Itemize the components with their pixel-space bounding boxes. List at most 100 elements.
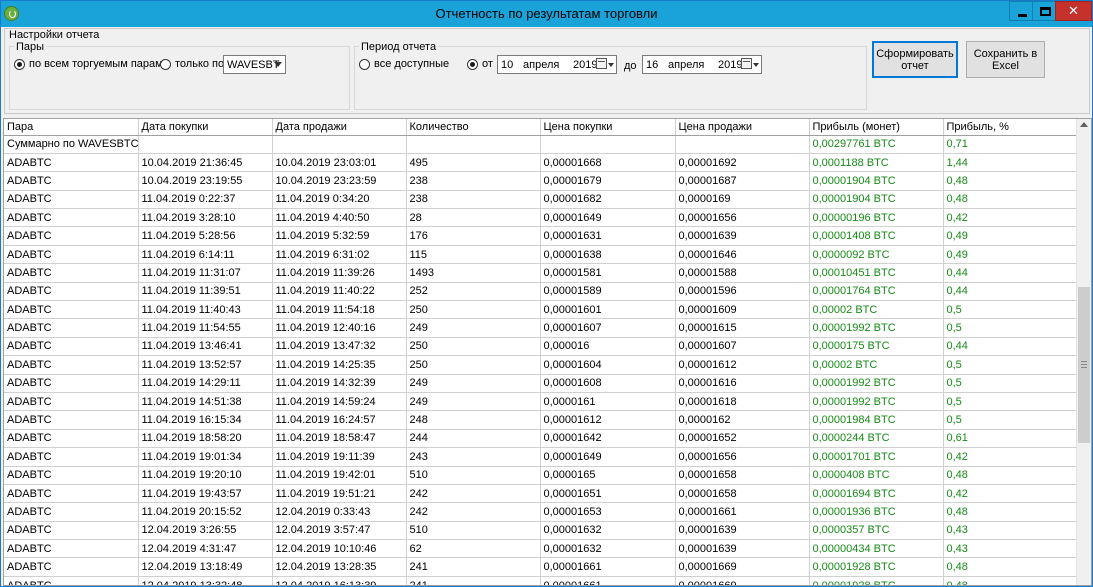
- table-cell: 0,00001646: [675, 245, 810, 265]
- scroll-thumb[interactable]: [1078, 287, 1090, 443]
- table-cell: 0,00001687: [675, 171, 810, 191]
- table-row[interactable]: ADABTC 12.04.2019 3:26:55 12.04.2019 3:57:…: [4, 521, 1078, 541]
- table-cell: ADABTC: [4, 429, 139, 449]
- column-header[interactable]: Прибыль, %: [943, 119, 1078, 136]
- table-cell: [675, 135, 810, 154]
- column-header[interactable]: Пара: [4, 119, 139, 136]
- table-row[interactable]: ADABTC 11.04.2019 20:15:52 12.04.2019 0:33…: [4, 502, 1078, 522]
- table-row[interactable]: ADABTC 12.04.2019 4:31:47 12.04.2019 10:10…: [4, 539, 1078, 559]
- table-cell: 11.04.2019 11:54:55: [138, 318, 273, 338]
- all-pairs-radio[interactable]: по всем торгуемым парам: [14, 58, 163, 70]
- table-cell: 0,44: [943, 282, 1078, 302]
- close-button[interactable]: ✕: [1055, 1, 1092, 21]
- table-cell: 10.04.2019 23:03:01: [272, 153, 407, 173]
- date-range-radio[interactable]: от: [467, 58, 493, 70]
- table-cell: 0,44: [943, 337, 1078, 357]
- table-cell: 11.04.2019 13:46:41: [138, 337, 273, 357]
- table-row[interactable]: ADABTC 11.04.2019 6:14:11 11.04.2019 6:31:…: [4, 245, 1078, 265]
- table-cell: 0,48: [943, 502, 1078, 522]
- table-row[interactable]: ADABTC 11.04.2019 13:46:41 11.04.2019 13:4…: [4, 337, 1078, 357]
- table-cell: 11.04.2019 19:11:39: [272, 447, 407, 467]
- chevron-down-icon[interactable]: [274, 62, 282, 67]
- column-header[interactable]: Дата продажи: [272, 119, 407, 136]
- summary-row[interactable]: Суммарно по WAVESBTC 0,00297761 BTC 0,71: [4, 135, 1078, 154]
- all-available-radio-dot[interactable]: [359, 58, 370, 70]
- table-cell: 11.04.2019 13:47:32: [272, 337, 407, 357]
- table-row[interactable]: ADABTC 11.04.2019 19:20:10 11.04.2019 19:4…: [4, 466, 1078, 485]
- from-date-month: апреля: [523, 58, 560, 71]
- calendar-icon[interactable]: [741, 58, 752, 69]
- table-row[interactable]: ADABTC 11.04.2019 0:22:37 11.04.2019 0:34:…: [4, 190, 1078, 210]
- table-row[interactable]: ADABTC 11.04.2019 14:29:11 11.04.2019 14:3…: [4, 374, 1078, 393]
- table-cell: 241: [406, 557, 541, 577]
- calendar-icon[interactable]: [596, 58, 607, 69]
- table-row[interactable]: ADABTC 11.04.2019 3:28:10 11.04.2019 4:40:…: [4, 208, 1078, 228]
- table-cell: 0,00001661: [675, 502, 810, 522]
- table-cell: 0,00001649: [540, 447, 676, 467]
- table-cell: 0,00001607: [675, 337, 810, 357]
- table-cell: 11.04.2019 11:40:22: [272, 282, 407, 302]
- table-row[interactable]: ADABTC 10.04.2019 23:19:55 10.04.2019 23:2…: [4, 171, 1078, 191]
- pairs-group-label: Пары: [14, 41, 47, 53]
- table-cell: ADABTC: [4, 282, 139, 302]
- table-row[interactable]: ADABTC 11.04.2019 11:39:51 11.04.2019 11:4…: [4, 282, 1078, 302]
- all-available-radio[interactable]: все доступные: [359, 58, 449, 70]
- table-cell: 510: [406, 521, 541, 541]
- generate-report-button[interactable]: Сформировать отчет: [872, 41, 958, 78]
- table-cell: 11.04.2019 19:20:10: [138, 466, 273, 485]
- chevron-down-icon[interactable]: [753, 63, 759, 67]
- table-row[interactable]: ADABTC 11.04.2019 13:52:57 11.04.2019 14:2…: [4, 355, 1078, 375]
- to-date-picker[interactable]: 16 апреля 2019 г.: [642, 55, 762, 74]
- table-row[interactable]: ADABTC 11.04.2019 18:58:20 11.04.2019 18:5…: [4, 429, 1078, 449]
- table-cell: 0,00001928 BTC: [809, 576, 944, 585]
- table-row[interactable]: ADABTC 11.04.2019 11:31:07 11.04.2019 11:3…: [4, 263, 1078, 283]
- table-row[interactable]: ADABTC 11.04.2019 11:54:55 11.04.2019 12:4…: [4, 318, 1078, 338]
- all-pairs-radio-dot[interactable]: [14, 58, 25, 70]
- table-cell: 12.04.2019 13:18:49: [138, 557, 273, 577]
- table-cell: 0,00001618: [675, 392, 810, 412]
- only-pair-radio[interactable]: только по:: [160, 58, 227, 70]
- table-row[interactable]: ADABTC 11.04.2019 5:28:56 11.04.2019 5:32:…: [4, 226, 1078, 246]
- table-cell: 0,0000408 BTC: [809, 466, 944, 485]
- save-excel-button[interactable]: Сохранить в Excel: [966, 41, 1045, 78]
- table-row[interactable]: ADABTC 11.04.2019 11:40:43 11.04.2019 11:5…: [4, 300, 1078, 320]
- table-row[interactable]: ADABTC 11.04.2019 14:51:38 11.04.2019 14:5…: [4, 392, 1078, 412]
- table-cell: 242: [406, 484, 541, 504]
- report-table: Пара Дата покупки Дата продажи Количество Це…: [4, 119, 1078, 585]
- table-cell: 0,00001608: [540, 374, 676, 393]
- table-row[interactable]: ADABTC 11.04.2019 19:43:57 11.04.2019 19:5…: [4, 484, 1078, 504]
- table-cell: 12.04.2019 4:31:47: [138, 539, 273, 559]
- table-cell: 0,00001612: [675, 355, 810, 375]
- table-row[interactable]: ADABTC 11.04.2019 16:15:34 11.04.2019 16:2…: [4, 410, 1078, 430]
- table-cell: 0,00002 BTC: [809, 300, 944, 320]
- table-row[interactable]: ADABTC 12.04.2019 13:18:49 12.04.2019 13:2…: [4, 557, 1078, 577]
- table-cell: 0,0000175 BTC: [809, 337, 944, 357]
- column-header[interactable]: Прибыль (монет): [809, 119, 944, 136]
- only-pair-radio-dot[interactable]: [160, 58, 171, 70]
- table-cell: 0,0000092 BTC: [809, 245, 944, 265]
- table-cell: 0,48: [943, 171, 1078, 191]
- table-cell: 248: [406, 410, 541, 430]
- table-cell: 0,00001701 BTC: [809, 447, 944, 467]
- table-row[interactable]: ADABTC 10.04.2019 21:36:45 10.04.2019 23:0…: [4, 153, 1078, 173]
- to-label: до: [624, 60, 637, 72]
- table-cell: ADABTC: [4, 190, 139, 210]
- chevron-down-icon[interactable]: [608, 63, 614, 67]
- table-row[interactable]: ADABTC 11.04.2019 19:01:34 11.04.2019 19:1…: [4, 447, 1078, 467]
- grip-icon: [1081, 361, 1087, 368]
- column-header[interactable]: Дата покупки: [138, 119, 273, 136]
- vertical-scrollbar[interactable]: [1076, 119, 1091, 585]
- scroll-up-icon[interactable]: [1080, 122, 1088, 127]
- column-header[interactable]: Цена продажи: [675, 119, 810, 136]
- table-cell: 0,71: [943, 135, 1078, 154]
- date-range-radio-dot[interactable]: [467, 58, 478, 70]
- table-row[interactable]: ADABTC 12.04.2019 13:32:48 12.04.2019 16:1…: [4, 576, 1078, 585]
- from-date-picker[interactable]: 10 апреля 2019 г.: [497, 55, 617, 74]
- table-cell: 12.04.2019 13:32:48: [138, 576, 273, 585]
- column-header[interactable]: Количество: [406, 119, 541, 136]
- table-cell: 0,43: [943, 539, 1078, 559]
- table-cell: ADABTC: [4, 337, 139, 357]
- column-header[interactable]: Цена покупки: [540, 119, 676, 136]
- table-cell: 0,00001658: [675, 466, 810, 485]
- pair-select[interactable]: WAVESBT: [223, 55, 286, 74]
